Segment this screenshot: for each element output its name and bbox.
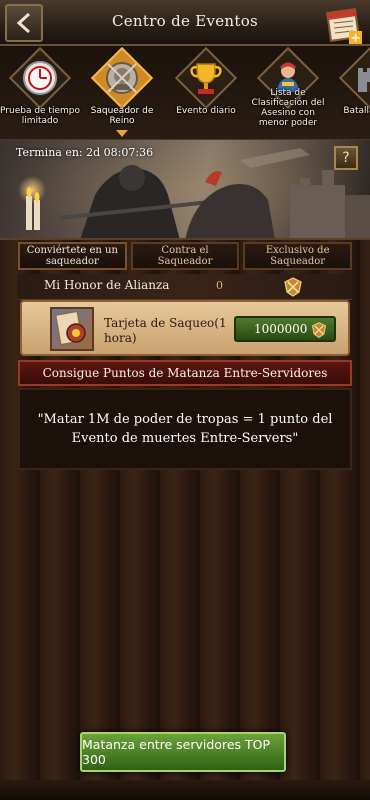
warrior-crest-icon (106, 62, 138, 94)
subtab-against-raider[interactable]: Contra el Saqueador (130, 242, 240, 270)
event-tabs: Prueba de tiempo limitado Saqueador de R… (0, 46, 370, 140)
alliance-honor-icon (284, 277, 302, 297)
event-countdown: Termina en: 2d 08:07:36 (16, 146, 154, 159)
event-calendar-button[interactable]: + (326, 6, 364, 46)
tab-label: Prueba de tiempo limitado (0, 106, 80, 126)
back-button[interactable] (5, 4, 43, 42)
event-panel: Conviértete en un saqueador Contra el Sa… (0, 240, 370, 800)
back-arrow-icon (16, 12, 31, 34)
subtab-raider-exclusive[interactable]: Exclusivo de Saqueador (243, 242, 353, 270)
section-title: Consigue Puntos de Matanza Entre-Servido… (18, 360, 352, 386)
tab-time-trial[interactable]: Prueba de tiempo limitado (0, 46, 80, 139)
active-tab-pointer (116, 130, 128, 137)
trophy-icon (190, 63, 222, 94)
top300-button[interactable]: Matanza entre servidores TOP 300 (80, 732, 286, 772)
tab-icon-wrap (96, 50, 148, 106)
honor-label: Mi Honor de Alianza (44, 278, 170, 292)
tab-label: Lista de Clasificación del Asesino con m… (251, 88, 325, 128)
tab-icon-wrap (180, 50, 232, 106)
tab-label: Saqueador de Reino (90, 106, 154, 126)
honor-value: 0 (216, 279, 223, 292)
tab-kingdom-raider[interactable]: Saqueador de Reino (88, 46, 156, 139)
calendar-badge: + (350, 31, 360, 45)
help-button[interactable]: ? (334, 146, 358, 170)
subtab-become-raider[interactable]: Conviértete en un saqueador (18, 242, 127, 270)
plunder-card-icon (50, 307, 94, 351)
event-calendar-icon: + (326, 8, 362, 45)
event-banner: Termina en: 2d 08:07:36 ? (0, 140, 370, 240)
tab-label: Batalla Terri (343, 106, 370, 116)
section-description: "Matar 1M de poder de tropas = 1 punto d… (18, 388, 352, 470)
footer-strip (0, 780, 370, 800)
alliance-honor-icon (311, 322, 327, 338)
castle-icon (358, 68, 370, 92)
header-bar: Centro de Eventos + (0, 0, 370, 46)
tab-territory-battle[interactable]: Batalla Terri (336, 46, 370, 139)
tab-label: Evento diario (176, 106, 236, 116)
tab-daily-event[interactable]: Evento diario (172, 46, 240, 139)
reward-card: Tarjeta de Saqueo(1 hora) 1000000 (20, 300, 350, 356)
redeem-button[interactable]: 1000000 (234, 316, 336, 342)
reward-card-title: Tarjeta de Saqueo(1 hora) (104, 316, 227, 345)
page-title: Centro de Eventos (111, 12, 259, 30)
redeem-cost: 1000000 (254, 322, 308, 336)
tab-icon-wrap (344, 50, 370, 106)
tab-assassin-ranking[interactable]: Lista de Clasificación del Asesino con m… (252, 46, 324, 139)
clock-crest-icon (23, 61, 57, 95)
tab-icon-wrap (14, 50, 66, 106)
alliance-honor-row: Mi Honor de Alianza 0 (18, 274, 352, 300)
subtab-bar: Conviértete en un saqueador Contra el Sa… (18, 242, 353, 272)
plunder-card-art (54, 310, 86, 346)
